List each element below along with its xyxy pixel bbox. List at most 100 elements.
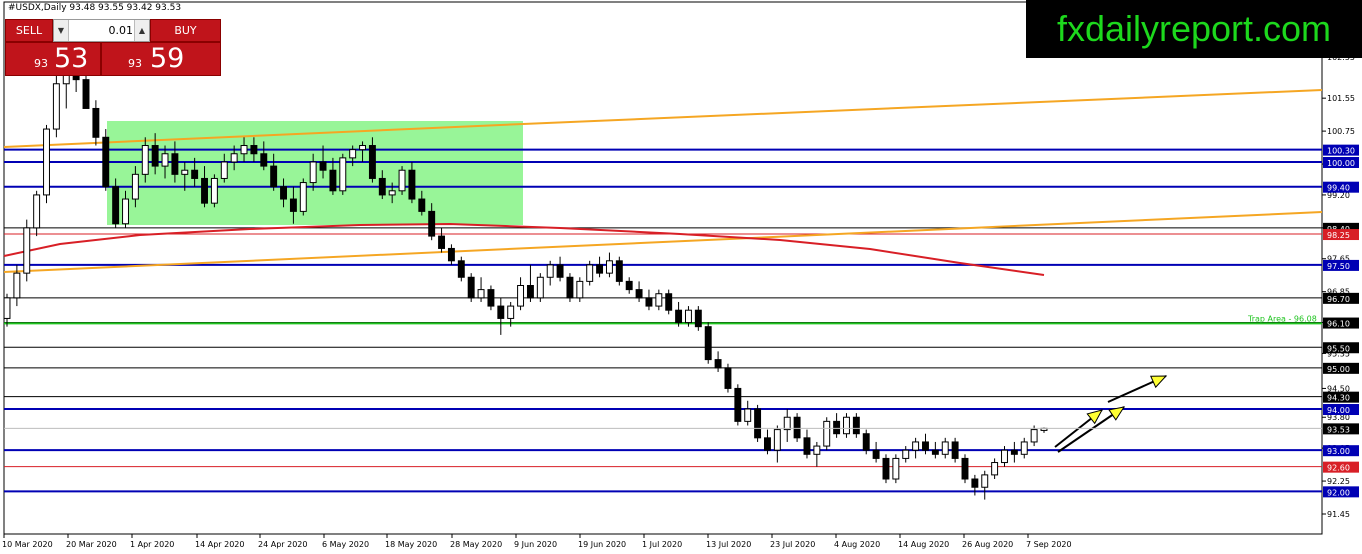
lot-dropdown-icon[interactable]: ▼ bbox=[54, 20, 69, 41]
date-tick-label: 18 May 2020 bbox=[385, 540, 437, 549]
price-level-label: 92.00 bbox=[1327, 488, 1350, 497]
candle-body bbox=[270, 165, 278, 188]
candle-body bbox=[665, 293, 673, 311]
brand-logo: fxdailyreport.com bbox=[1026, 0, 1362, 58]
candle-body bbox=[941, 441, 949, 455]
candle-body bbox=[823, 420, 831, 447]
candle-body bbox=[546, 264, 554, 278]
candle-body bbox=[122, 198, 129, 225]
sell-quote[interactable]: 93 53 bbox=[5, 42, 101, 76]
price-tick-label: 101.55 bbox=[1327, 94, 1355, 103]
candle-body bbox=[922, 441, 929, 451]
date-tick-label: 6 May 2020 bbox=[322, 540, 369, 549]
candle-body bbox=[536, 276, 544, 299]
candle-body bbox=[1010, 449, 1018, 455]
date-tick-label: 1 Apr 2020 bbox=[130, 540, 174, 549]
candle-body bbox=[52, 83, 60, 130]
candle-body bbox=[487, 289, 495, 307]
date-tick-label: 19 Jun 2020 bbox=[578, 540, 626, 549]
candle-body bbox=[517, 285, 525, 307]
candle-body bbox=[181, 169, 189, 175]
candle-body bbox=[773, 429, 781, 451]
candle-body bbox=[694, 309, 702, 328]
buy-quote[interactable]: 93 59 bbox=[101, 42, 221, 76]
date-tick-label: 10 Mar 2020 bbox=[2, 540, 53, 549]
price-chart[interactable]: Trap Area - 96.08102.55101.55100.7599.95… bbox=[0, 0, 1362, 554]
buy-button[interactable]: BUY bbox=[150, 19, 221, 42]
candle-body bbox=[220, 161, 228, 179]
candle-body bbox=[615, 260, 623, 282]
lot-size-value[interactable]: 0.01 bbox=[70, 20, 134, 41]
candle-body bbox=[813, 445, 821, 455]
price-tick-label: 92.25 bbox=[1327, 477, 1350, 486]
candle-body bbox=[349, 149, 357, 159]
price-tick-label: 100.75 bbox=[1327, 127, 1355, 136]
date-tick-label: 13 Jul 2020 bbox=[706, 540, 751, 549]
candle-body bbox=[566, 276, 574, 299]
candle-body bbox=[151, 145, 159, 167]
candle-body bbox=[912, 441, 920, 451]
candle-body bbox=[675, 309, 683, 324]
candle-body bbox=[428, 210, 436, 237]
plot-area bbox=[3, 1, 1323, 535]
candle-body bbox=[359, 145, 367, 151]
price-level-label: 100.30 bbox=[1327, 147, 1355, 156]
date-tick-label: 20 Mar 2020 bbox=[66, 540, 117, 549]
candle-body bbox=[852, 416, 860, 435]
candle-body bbox=[655, 293, 663, 307]
candle-body bbox=[507, 305, 515, 319]
candle-body bbox=[1020, 441, 1028, 455]
candle-body bbox=[951, 441, 959, 459]
candle-body bbox=[289, 198, 297, 212]
candle-body bbox=[734, 387, 742, 422]
current-price-label: 93.53 bbox=[1327, 425, 1350, 434]
candle-body bbox=[477, 289, 485, 299]
candle-body bbox=[645, 297, 653, 307]
candle-body bbox=[704, 326, 712, 361]
price-level-label: 98.25 bbox=[1327, 231, 1350, 240]
candle-body bbox=[82, 79, 90, 109]
candle-body bbox=[902, 449, 910, 459]
sell-button[interactable]: SELL bbox=[5, 19, 53, 42]
date-tick-label: 28 May 2020 bbox=[450, 540, 502, 549]
candle-body bbox=[467, 276, 475, 299]
candle-body bbox=[438, 235, 446, 249]
price-level-label: 94.30 bbox=[1327, 394, 1350, 403]
price-level-label: 100.00 bbox=[1327, 159, 1355, 168]
candle-body bbox=[1030, 429, 1038, 443]
candle-body bbox=[408, 169, 416, 200]
one-click-trading-panel: SELL ▼ 0.01 ▲ BUY 93 53 93 59 bbox=[5, 19, 221, 76]
sell-quote-pips: 53 bbox=[54, 43, 89, 74]
lot-stepper-icon[interactable]: ▲ bbox=[134, 20, 149, 41]
candle-body bbox=[783, 416, 791, 431]
candle-body bbox=[240, 145, 248, 155]
candle-body bbox=[586, 264, 594, 282]
candle-body bbox=[447, 247, 455, 262]
candle-body bbox=[92, 107, 100, 138]
candle-body bbox=[635, 289, 643, 299]
candle-body bbox=[961, 457, 969, 480]
candle-body bbox=[1001, 449, 1008, 464]
candle-body bbox=[171, 153, 179, 175]
candle-body bbox=[230, 153, 238, 163]
candle-body bbox=[754, 408, 762, 439]
candle-body bbox=[112, 186, 120, 225]
candle-body bbox=[299, 182, 307, 212]
candle-body bbox=[556, 264, 564, 278]
candle-body bbox=[260, 153, 268, 167]
candle-body bbox=[339, 157, 347, 192]
lot-size-field[interactable]: ▼ 0.01 ▲ bbox=[53, 19, 150, 42]
candle-body bbox=[843, 416, 850, 435]
date-tick-label: 23 Jul 2020 bbox=[770, 540, 815, 549]
buy-quote-prefix: 93 bbox=[128, 57, 142, 70]
date-tick-label: 4 Aug 2020 bbox=[834, 540, 880, 549]
price-level-label: 93.00 bbox=[1327, 447, 1350, 456]
candle-body bbox=[368, 145, 376, 179]
date-tick-label: 7 Sep 2020 bbox=[1026, 540, 1072, 549]
price-level-label: 94.00 bbox=[1327, 406, 1350, 415]
candle-body bbox=[457, 260, 465, 278]
price-level-label: 99.40 bbox=[1327, 184, 1350, 193]
candle-body bbox=[833, 420, 841, 435]
candle-body bbox=[418, 198, 426, 212]
candle-body bbox=[991, 462, 999, 476]
